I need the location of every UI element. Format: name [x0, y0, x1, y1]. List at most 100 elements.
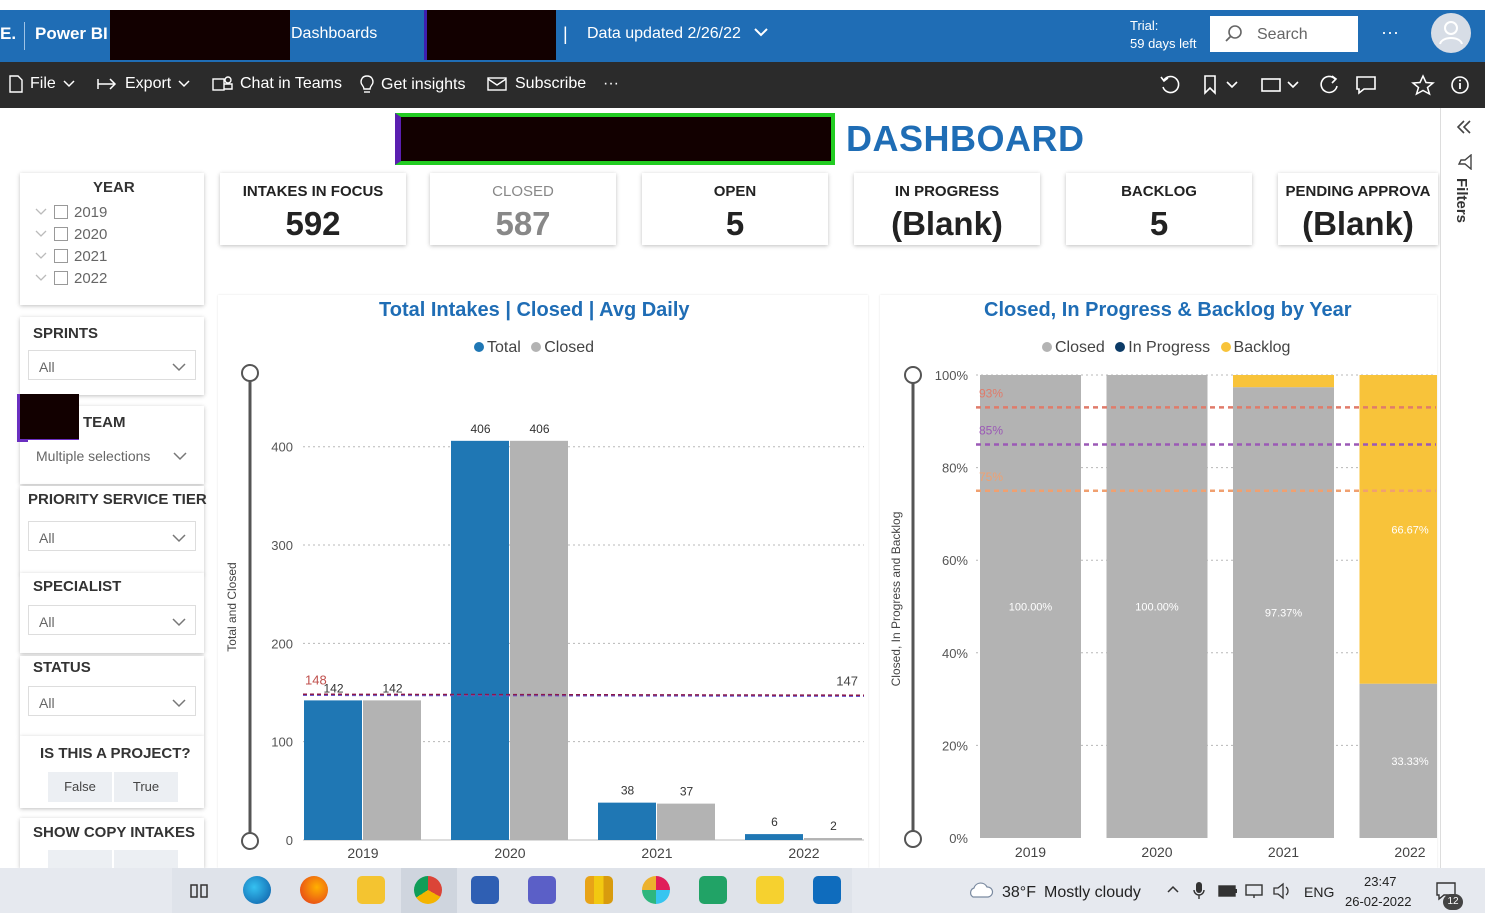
bar-closed-2019[interactable] [363, 700, 421, 840]
comment-icon[interactable] [1355, 74, 1379, 101]
language-indicator[interactable]: ENG [1304, 884, 1334, 900]
toolbar-more-button[interactable]: ··· [603, 75, 619, 93]
sprints-dropdown[interactable]: All [28, 350, 196, 380]
export-icon [97, 78, 117, 90]
teams-app-icon[interactable] [528, 876, 556, 904]
year-option-2020[interactable]: 2020 [34, 224, 107, 244]
breadcrumb-dashboards[interactable]: Dashboards [291, 25, 377, 43]
clock-date[interactable]: 26-02-2022 [1345, 894, 1412, 909]
task-view-icon[interactable] [189, 881, 211, 906]
firefox-icon[interactable] [300, 876, 328, 904]
chevron-down-icon[interactable] [34, 229, 48, 239]
specialist-dropdown[interactable]: All [28, 605, 196, 635]
chevron-down-icon[interactable] [34, 207, 48, 217]
sticky-notes-icon[interactable] [756, 876, 784, 904]
year-option-2021[interactable]: 2021 [34, 246, 107, 266]
kpi-card-backlog: BACKLOG 5 [1066, 173, 1252, 245]
kpi-card-intakes-in-focus: INTAKES IN FOCUS 592 [220, 173, 406, 245]
weather-description[interactable]: Mostly cloudy [1044, 884, 1141, 902]
file-explorer-icon[interactable] [357, 876, 385, 904]
checkbox[interactable] [54, 249, 68, 263]
project-true-button[interactable]: True [114, 772, 178, 802]
filter-icon [1457, 153, 1473, 175]
more-options-icon[interactable]: ··· [1381, 22, 1399, 43]
avatar[interactable] [1431, 13, 1471, 53]
search-placeholder: Search [1257, 26, 1308, 43]
filters-pane[interactable]: Filters [1440, 108, 1485, 868]
year-option-2019[interactable]: 2019 [34, 202, 107, 222]
subscribe-button[interactable]: Subscribe [487, 75, 586, 93]
chat-in-teams-button[interactable]: Chat in Teams [212, 75, 342, 93]
copy-intakes-true-button[interactable] [114, 850, 178, 868]
redacted-dashboard-name [424, 10, 556, 60]
file-menu[interactable]: File [8, 75, 76, 93]
copy-intakes-false-button[interactable] [48, 850, 112, 868]
bar-closed-2020[interactable] [510, 440, 568, 840]
data-updated-label[interactable]: Data updated 2/26/22 [587, 25, 741, 43]
network-icon[interactable] [1244, 883, 1264, 904]
bar-total-2020[interactable] [451, 440, 509, 840]
priority-slicer-title: PRIORITY SERVICE TIER [28, 491, 207, 508]
team-dropdown[interactable]: Multiple selections [28, 440, 196, 470]
chevron-up-icon[interactable] [1166, 882, 1180, 901]
search-box[interactable]: Search [1210, 16, 1358, 52]
team-slicer-title: TEAM [83, 414, 126, 431]
battery-icon[interactable] [1218, 884, 1238, 902]
checkbox[interactable] [54, 205, 68, 219]
reference-end-label: 147 [836, 673, 858, 688]
chevron-down-icon [63, 80, 75, 88]
teams-icon [212, 76, 233, 91]
view-icon[interactable] [1260, 74, 1304, 101]
status-stacked-chart: Closed, In Progress and Backlog 0% 20% 40% 6… [889, 366, 1437, 860]
bar-total-2019[interactable] [304, 700, 362, 840]
bar-total-2021[interactable] [598, 802, 656, 840]
bar-closed-2021[interactable] [657, 803, 715, 840]
range-slider-handle-bottom[interactable] [904, 830, 922, 848]
slack-icon[interactable] [642, 876, 670, 904]
chevron-down-icon [178, 80, 190, 88]
edge-browser-icon[interactable] [243, 876, 271, 904]
favorite-icon[interactable] [1411, 74, 1435, 101]
chevron-down-icon[interactable] [34, 251, 48, 261]
checkbox[interactable] [54, 271, 68, 285]
collapse-icon[interactable] [1455, 118, 1473, 141]
status-dropdown[interactable]: All [28, 686, 196, 716]
weather-temperature[interactable]: 38°F [1002, 884, 1036, 902]
year-option-2022[interactable]: 2022 [34, 268, 107, 288]
get-insights-label: Get insights [381, 76, 466, 93]
bar-backlog-2021[interactable] [1233, 375, 1334, 388]
get-insights-button[interactable]: Get insights [359, 75, 465, 95]
team-slicer: TEAM Multiple selections [17, 394, 204, 484]
mail-icon [487, 77, 507, 91]
file-label: File [30, 75, 56, 92]
bookmark-icon[interactable] [1201, 74, 1241, 101]
project-false-button[interactable]: False [48, 772, 112, 802]
bar-closed-2022[interactable] [804, 838, 862, 840]
chrome-icon[interactable] [414, 876, 442, 904]
export-menu[interactable]: Export [97, 75, 191, 93]
microphone-icon[interactable] [1193, 881, 1205, 906]
chevron-down-icon[interactable] [752, 23, 770, 46]
clock-time[interactable]: 23:47 [1364, 874, 1397, 889]
bar-total-2022[interactable] [745, 834, 803, 840]
redacted-workspace [110, 10, 290, 60]
app-name[interactable]: Power BI [35, 24, 108, 44]
status-dropdown-value: All [39, 695, 55, 711]
snipping-tool-icon[interactable] [699, 876, 727, 904]
refresh-icon[interactable] [1319, 74, 1341, 101]
range-slider-handle-bottom[interactable] [241, 832, 259, 850]
priority-dropdown[interactable]: All [28, 521, 196, 551]
intakes-bar-chart: Total and Closed0100200300400142 14220194… [225, 364, 865, 861]
power-bi-icon[interactable] [585, 876, 613, 904]
volume-icon[interactable] [1272, 882, 1292, 905]
range-slider-handle-top[interactable] [241, 364, 259, 382]
brand-letter: E. [0, 24, 17, 43]
remote-desktop-icon[interactable] [471, 876, 499, 904]
range-slider-handle-top[interactable] [904, 366, 922, 384]
outlook-icon[interactable] [813, 876, 841, 904]
reset-icon[interactable] [1159, 74, 1181, 101]
checkbox[interactable] [54, 227, 68, 241]
project-slicer: IS THIS A PROJECT? False True [20, 736, 204, 808]
info-icon[interactable] [1449, 74, 1471, 101]
chevron-down-icon[interactable] [34, 273, 48, 283]
